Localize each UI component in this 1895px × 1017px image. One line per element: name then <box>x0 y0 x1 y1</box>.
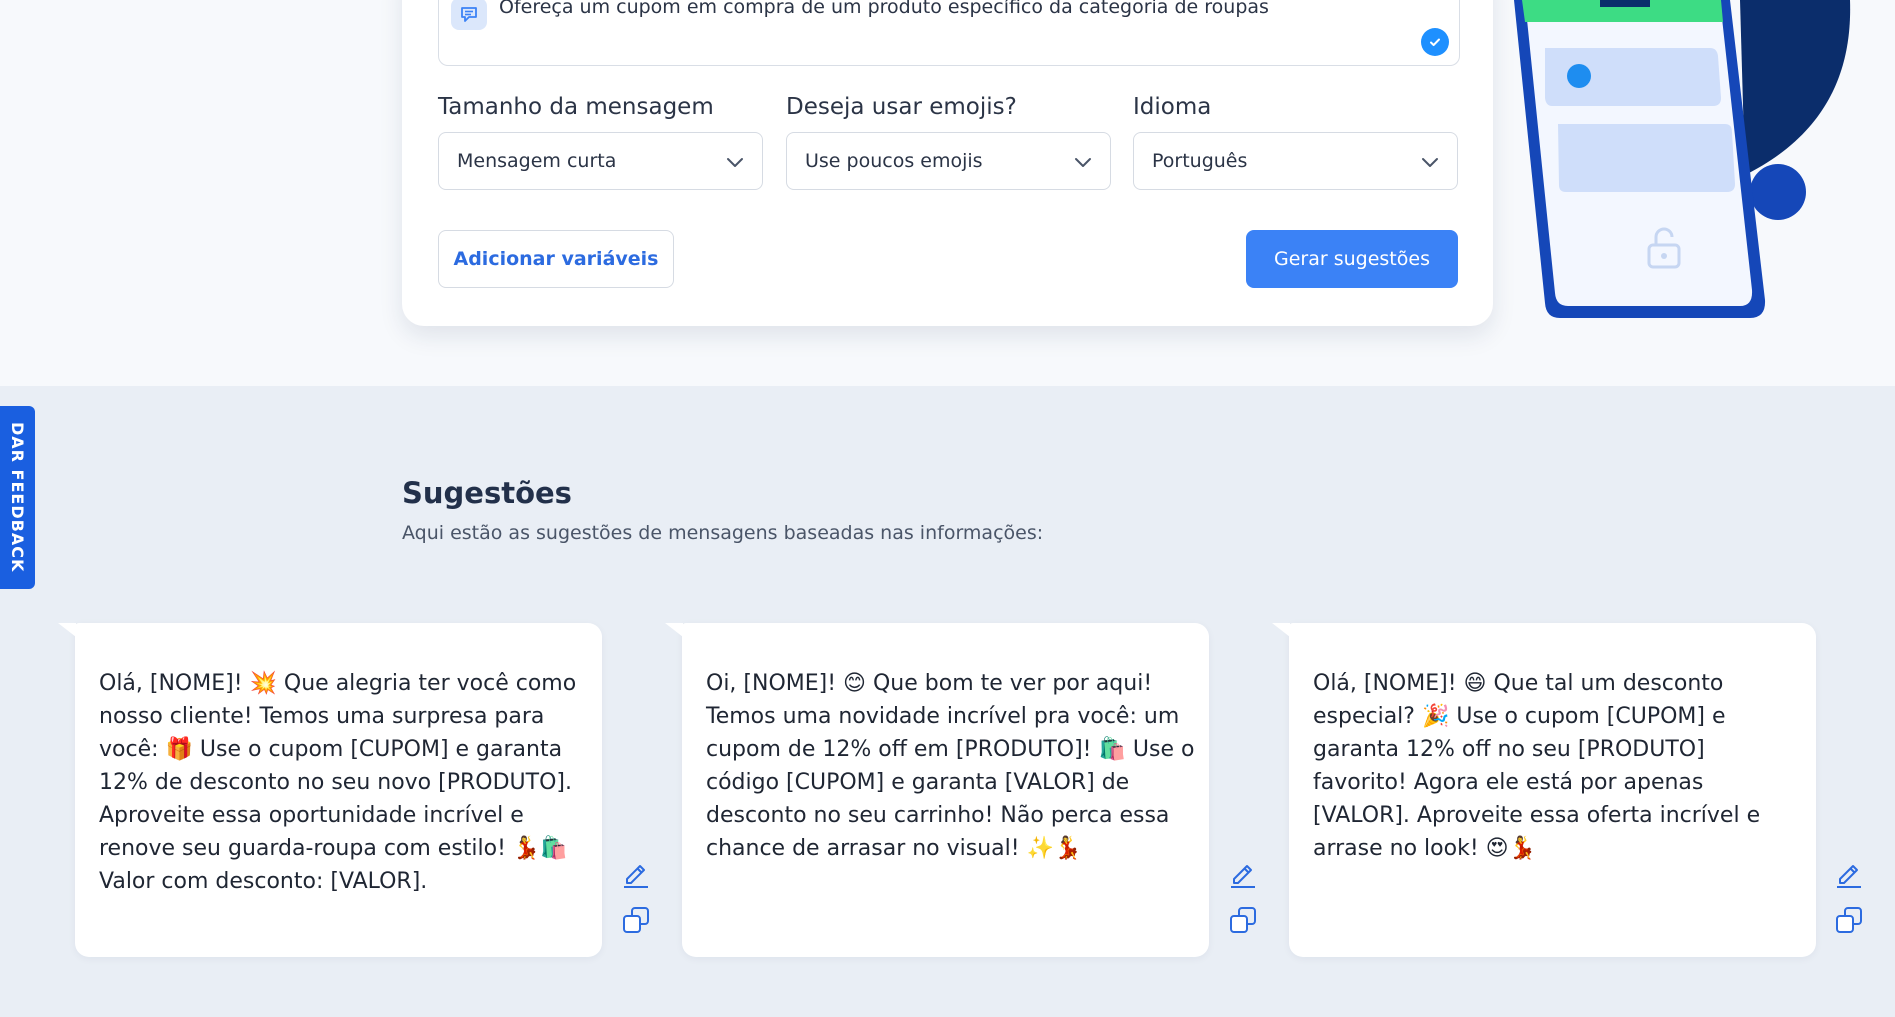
suggestion-actions <box>1227 858 1267 950</box>
suggestion-actions <box>1833 858 1873 950</box>
message-form-card: Ofereça um cupom em compra de um produto… <box>402 0 1493 326</box>
chat-bubble-icon <box>451 0 487 30</box>
message-length-select[interactable]: Mensagem curta <box>438 132 763 190</box>
copy-icon <box>1230 907 1256 933</box>
add-variables-button[interactable]: Adicionar variáveis <box>438 230 674 288</box>
edit-button[interactable] <box>1227 858 1259 890</box>
emoji-label: Deseja usar emojis? <box>786 94 1017 120</box>
suggestion-text: Oi, [NOME]! 😊 Que bom te ver por aqui! T… <box>706 671 1195 861</box>
copy-button[interactable] <box>620 904 652 936</box>
copy-icon <box>1836 907 1862 933</box>
suggestion-text: Olá, [NOME]! 💥 Que alegria ter você como… <box>99 671 577 894</box>
emoji-select[interactable]: Use poucos emojis <box>786 132 1111 190</box>
feedback-tab-label: DAR FEEDBACK <box>8 422 27 573</box>
pencil-icon <box>624 865 648 888</box>
language-select[interactable]: Português <box>1133 132 1458 190</box>
phone-illustration <box>1500 0 1895 330</box>
generate-suggestions-button[interactable]: Gerar sugestões <box>1246 230 1458 288</box>
suggestion-card: Olá, [NOME]! 😄 Que tal um desconto espec… <box>1272 623 1816 957</box>
feedback-tab[interactable]: DAR FEEDBACK <box>0 406 35 589</box>
suggestions-title: Sugestões <box>402 476 572 510</box>
objective-label: Ofereça um cupom em compra de um produto… <box>499 0 1269 18</box>
chevron-down-icon <box>1422 158 1438 167</box>
edit-button[interactable] <box>1833 858 1865 890</box>
objective-option[interactable]: Ofereça um cupom em compra de um produto… <box>438 0 1460 66</box>
message-length-value: Mensagem curta <box>457 150 617 172</box>
check-icon <box>1421 28 1449 56</box>
copy-button[interactable] <box>1227 904 1259 936</box>
copy-icon <box>623 907 649 933</box>
message-length-label: Tamanho da mensagem <box>438 94 714 120</box>
emoji-value: Use poucos emojis <box>805 150 983 172</box>
language-value: Português <box>1152 150 1248 172</box>
chevron-down-icon <box>727 158 743 167</box>
suggestion-card: Olá, [NOME]! 💥 Que alegria ter você como… <box>58 623 602 957</box>
language-field: Idioma Português <box>1133 94 1458 190</box>
message-length-field: Tamanho da mensagem Mensagem curta <box>438 94 763 190</box>
emoji-field: Deseja usar emojis? Use poucos emojis <box>786 94 1111 190</box>
language-label: Idioma <box>1133 94 1212 120</box>
suggestion-text: Olá, [NOME]! 😄 Que tal um desconto espec… <box>1313 671 1761 861</box>
suggestions-subtitle: Aqui estão as sugestões de mensagens bas… <box>402 522 1044 544</box>
suggestion-actions <box>620 858 660 950</box>
suggestion-card: Oi, [NOME]! 😊 Que bom te ver por aqui! T… <box>665 623 1209 957</box>
chevron-down-icon <box>1075 158 1091 167</box>
copy-button[interactable] <box>1833 904 1865 936</box>
pencil-icon <box>1231 865 1255 888</box>
edit-button[interactable] <box>620 858 652 890</box>
pencil-icon <box>1837 865 1861 888</box>
